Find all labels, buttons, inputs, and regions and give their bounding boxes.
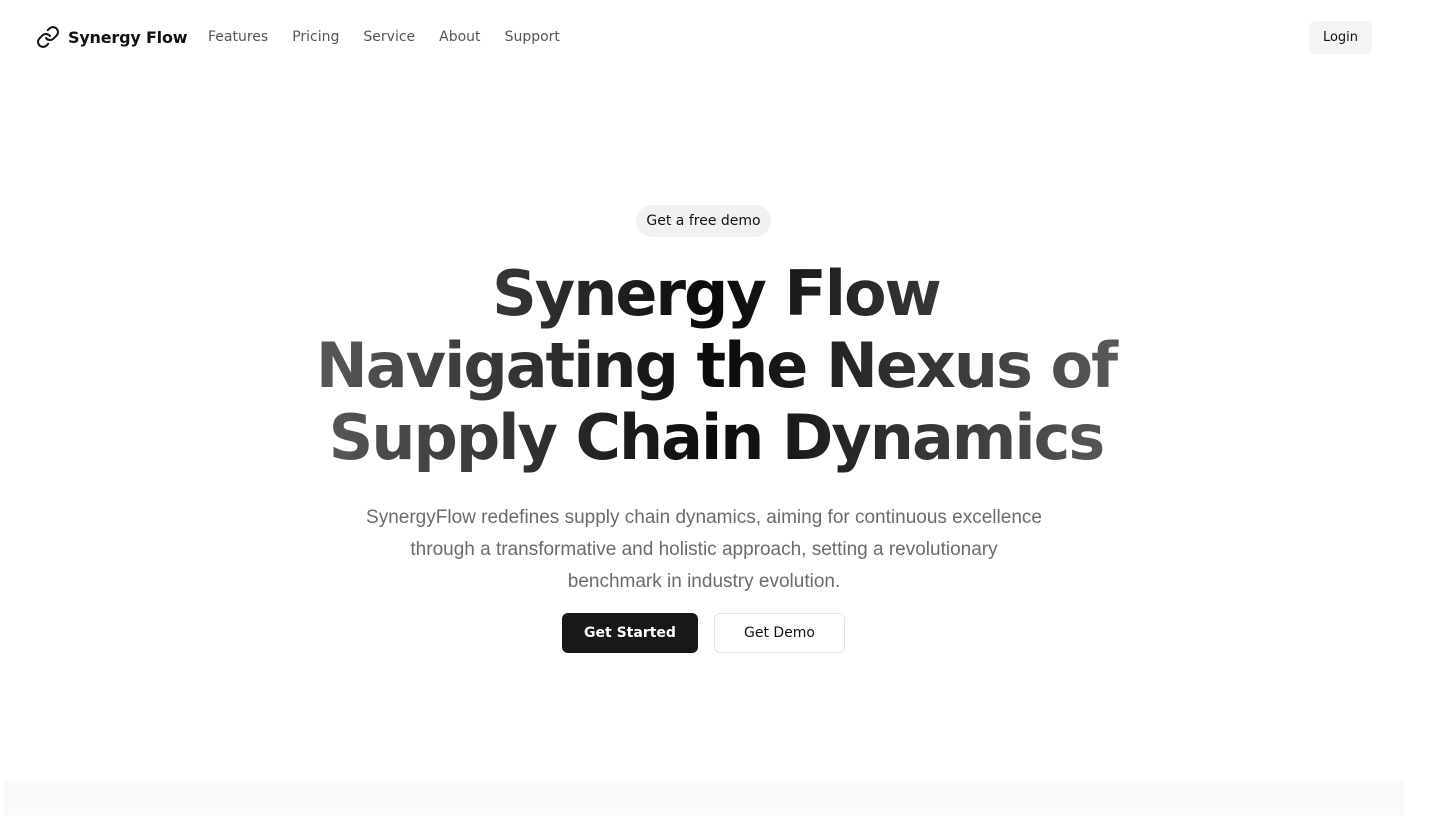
site-header: Synergy Flow Features Pricing Service Ab… bbox=[0, 0, 1432, 74]
nav-link-support[interactable]: Support bbox=[505, 28, 560, 46]
nav-link-service[interactable]: Service bbox=[363, 28, 415, 46]
nav-link-about[interactable]: About bbox=[439, 28, 480, 46]
link-icon bbox=[36, 25, 60, 49]
nav-link-features[interactable]: Features bbox=[208, 28, 268, 46]
hero-title-line-1: Synergy Flow bbox=[216, 258, 1216, 330]
brand-name: Synergy Flow bbox=[68, 27, 188, 47]
hero-title-line-2: Navigating the Nexus of bbox=[216, 330, 1216, 402]
nav-link-pricing[interactable]: Pricing bbox=[292, 28, 339, 46]
hero-title-line-3: Supply Chain Dynamics bbox=[216, 402, 1216, 474]
hero-subtitle: SynergyFlow redefines supply chain dynam… bbox=[366, 507, 1042, 592]
login-button[interactable]: Login bbox=[1309, 21, 1372, 54]
main-nav: Features Pricing Service About Support bbox=[208, 28, 584, 46]
free-demo-badge[interactable]: Get a free demo bbox=[636, 205, 771, 237]
next-section-band bbox=[4, 781, 1404, 815]
get-demo-button[interactable]: Get Demo bbox=[714, 613, 845, 653]
brand-logo-link[interactable]: Synergy Flow bbox=[36, 24, 188, 50]
hero-title: Synergy Flow Navigating the Nexus of Sup… bbox=[216, 258, 1216, 474]
get-started-button[interactable]: Get Started bbox=[562, 613, 698, 653]
